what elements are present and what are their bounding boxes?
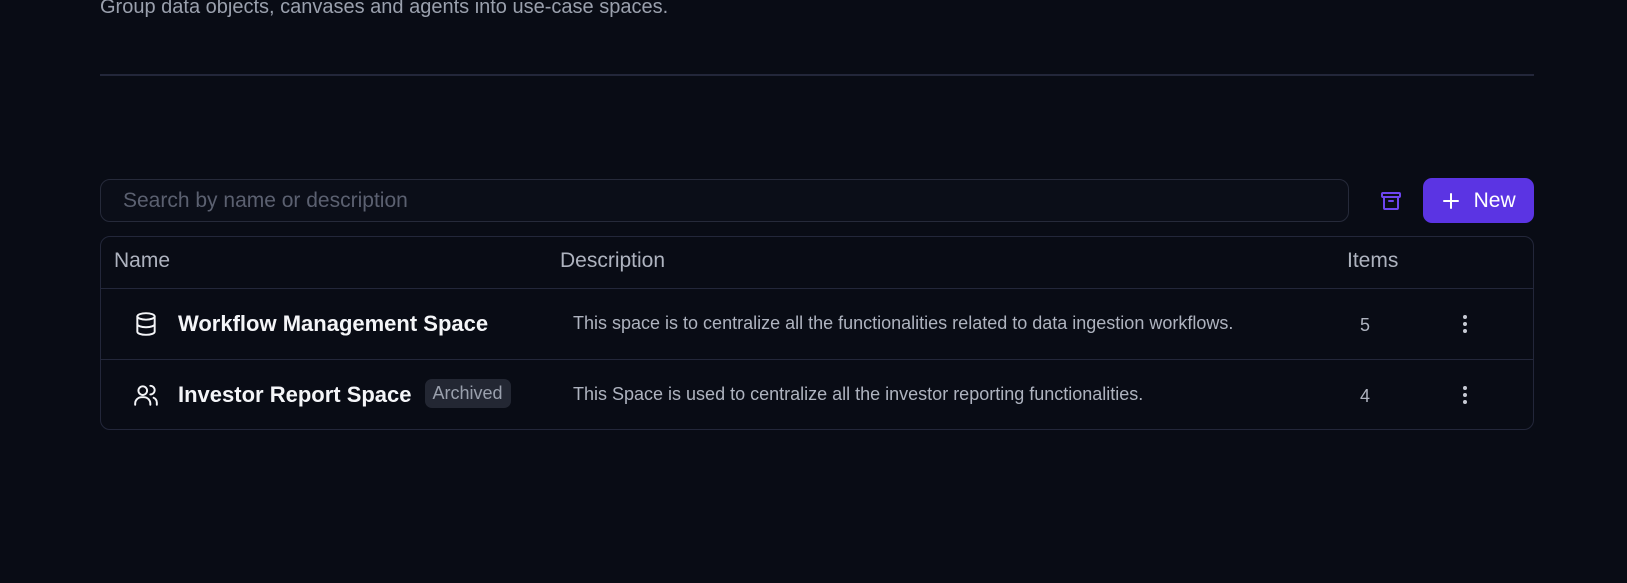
search-input[interactable]	[121, 187, 1349, 214]
spaces-page: Group data objects, canvases and agents …	[0, 0, 1627, 583]
toolbar: New	[100, 178, 1534, 223]
plus-icon	[1442, 192, 1459, 209]
database-icon	[136, 312, 156, 336]
column-header-description[interactable]: Description	[560, 249, 665, 273]
space-description: This Space is used to centralize all the…	[573, 384, 1144, 404]
search-box[interactable]	[100, 179, 1350, 222]
archived-badge: Archived	[424, 378, 511, 408]
table-header: Name Description Items	[101, 237, 1533, 289]
spaces-table: Name Description Items Workflow Manageme…	[100, 236, 1534, 430]
space-name[interactable]: Workflow Management Space	[178, 311, 488, 337]
space-name-text: Workflow Management Space	[178, 311, 489, 336]
new-button-label: New	[1473, 188, 1516, 212]
users-icon	[134, 384, 158, 406]
space-description: This space is to centralize all the func…	[573, 313, 1234, 333]
space-items-count: 5	[1360, 315, 1371, 335]
table-row[interactable]: Workflow Management Space This space is …	[101, 289, 1533, 360]
more-vertical-icon	[1463, 315, 1467, 333]
table-row[interactable]: Investor Report Space Archived This Spac…	[101, 360, 1533, 429]
column-header-name[interactable]: Name	[114, 249, 170, 273]
archive-icon	[1381, 191, 1402, 210]
archived-toggle-button[interactable]	[1369, 179, 1413, 223]
more-vertical-icon	[1463, 386, 1467, 404]
space-name[interactable]: Investor Report Space Archived	[178, 378, 511, 408]
column-header-items[interactable]: Items	[1347, 249, 1398, 273]
space-items-count: 4	[1360, 386, 1371, 406]
row-menu-button[interactable]	[1453, 311, 1477, 337]
page-subtitle: Group data objects, canvases and agents …	[100, 0, 669, 18]
space-name-text: Investor Report Space	[178, 382, 412, 407]
row-menu-button[interactable]	[1453, 382, 1477, 408]
divider	[100, 74, 1534, 76]
new-space-button[interactable]: New	[1423, 178, 1534, 223]
